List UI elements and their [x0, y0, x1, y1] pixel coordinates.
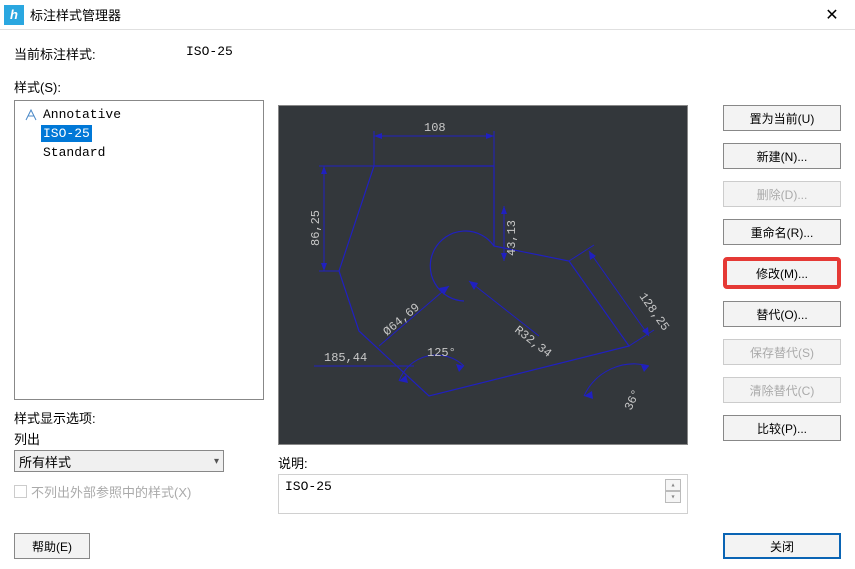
- xref-checkbox-row: 不列出外部参照中的样式(X): [14, 482, 264, 501]
- action-buttons: 置为当前(U) 新建(N)... 删除(D)... 重命名(R)... 修改(M…: [723, 105, 841, 514]
- style-item-label: Standard: [41, 144, 107, 161]
- title-bar: h 标注样式管理器 ✕: [0, 0, 855, 30]
- svg-text:Ø64,69: Ø64,69: [381, 301, 423, 340]
- list-label: 列出: [14, 429, 264, 448]
- dialog-content: 当前标注样式: ISO-25 样式(S): 预览: ISO-25 Annotat…: [0, 30, 855, 569]
- styles-label: 样式(S):: [14, 77, 841, 96]
- compare-button[interactable]: 比较(P)...: [723, 415, 841, 441]
- xref-checkbox[interactable]: [14, 485, 27, 498]
- style-item-label: ISO-25: [41, 125, 92, 142]
- svg-text:185,44: 185,44: [324, 351, 367, 365]
- override-button[interactable]: 替代(O)...: [723, 301, 841, 327]
- xref-checkbox-label: 不列出外部参照中的样式(X): [31, 482, 191, 501]
- annotative-icon: [23, 108, 39, 122]
- new-button[interactable]: 新建(N)...: [723, 143, 841, 169]
- current-style-row: 当前标注样式: ISO-25: [14, 44, 841, 63]
- svg-text:36°: 36°: [622, 387, 644, 413]
- current-style-value: ISO-25: [186, 44, 233, 63]
- window-title: 标注样式管理器: [30, 5, 121, 24]
- styles-filter-select[interactable]: 所有样式 ▾: [14, 450, 224, 472]
- current-style-label: 当前标注样式:: [14, 44, 186, 63]
- svg-text:108: 108: [424, 121, 446, 135]
- description-box: ISO-25 ▴ ▾: [278, 474, 688, 514]
- delete-button[interactable]: 删除(D)...: [723, 181, 841, 207]
- spinner-down[interactable]: ▾: [665, 491, 681, 503]
- app-icon: h: [4, 5, 24, 25]
- clear-override-button[interactable]: 清除替代(C): [723, 377, 841, 403]
- set-current-button[interactable]: 置为当前(U): [723, 105, 841, 131]
- style-item-annotative[interactable]: Annotative: [21, 105, 257, 124]
- style-item-iso25[interactable]: ISO-25: [21, 124, 257, 143]
- display-options: 样式显示选项: 列出 所有样式 ▾ 不列出外部参照中的样式(X): [14, 408, 264, 501]
- svg-text:43,13: 43,13: [505, 220, 519, 256]
- select-value: 所有样式: [19, 452, 71, 471]
- svg-text:128,25: 128,25: [636, 290, 672, 333]
- svg-text:125°: 125°: [427, 346, 456, 360]
- display-options-label: 样式显示选项:: [14, 408, 264, 427]
- svg-text:86,25: 86,25: [309, 210, 323, 246]
- description-value: ISO-25: [285, 479, 332, 494]
- save-override-button[interactable]: 保存替代(S): [723, 339, 841, 365]
- close-button[interactable]: 关闭: [723, 533, 841, 559]
- svg-text:R32,34: R32,34: [512, 323, 555, 361]
- dialog-footer: 帮助(E) 关闭: [14, 533, 841, 559]
- style-item-label: Annotative: [41, 106, 123, 123]
- style-item-standard[interactable]: Standard: [21, 143, 257, 162]
- rename-button[interactable]: 重命名(R)...: [723, 219, 841, 245]
- styles-listbox[interactable]: Annotative ISO-25 Standard: [14, 100, 264, 400]
- window-close-button[interactable]: ✕: [809, 0, 855, 30]
- description-spinner: ▴ ▾: [665, 479, 681, 503]
- chevron-down-icon: ▾: [214, 456, 219, 467]
- help-button[interactable]: 帮助(E): [14, 533, 90, 559]
- modify-button[interactable]: 修改(M)...: [723, 257, 841, 289]
- spinner-up[interactable]: ▴: [665, 479, 681, 491]
- preview-canvas: 108 86,25 43,13: [278, 105, 688, 445]
- description-label: 说明:: [278, 453, 688, 472]
